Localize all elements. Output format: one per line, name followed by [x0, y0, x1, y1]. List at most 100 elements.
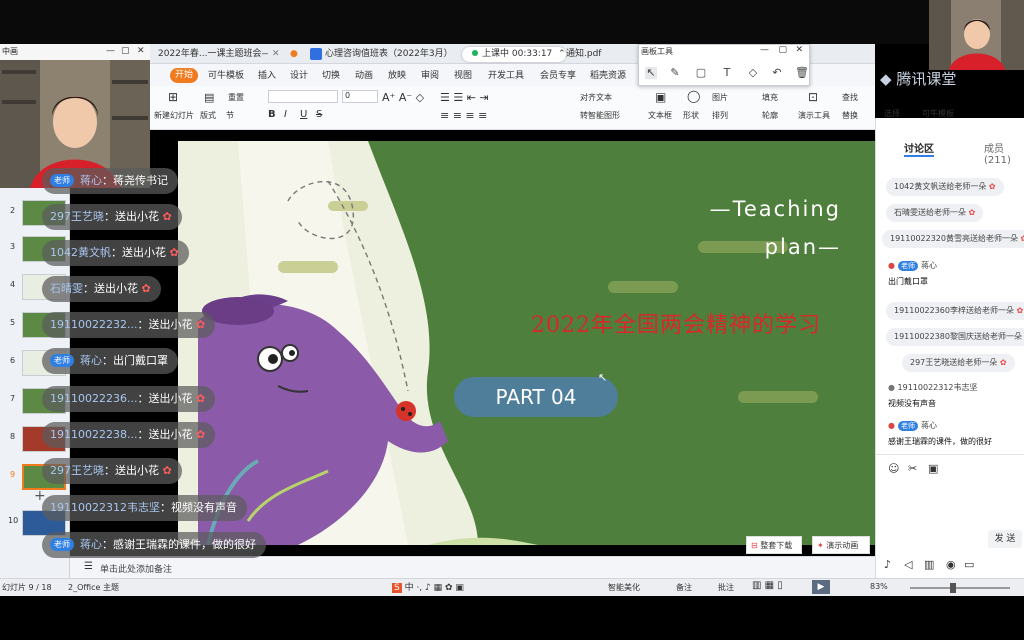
menu-start[interactable]: 开始 — [170, 68, 198, 83]
panel-divider — [876, 454, 1024, 455]
send-button[interactable]: 发 送 — [988, 530, 1022, 548]
gift-message: 297王艺晓送给老师一朵 ✿ — [902, 354, 1015, 372]
tab-close-icon[interactable]: ✕ — [272, 46, 286, 62]
play-button[interactable]: ▶ — [812, 580, 830, 594]
drawing-tools-title: 画板工具 — [641, 47, 673, 56]
flower-icon: ✿ — [162, 464, 172, 477]
maximize-icon[interactable]: ▢ — [121, 46, 130, 56]
mic-icon[interactable]: ♪ — [884, 558, 891, 571]
download-set-button[interactable]: ⊟ 整套下载 — [746, 536, 802, 554]
slide-position: 幻灯片 9 / 18 — [2, 583, 52, 592]
new-slide-icon[interactable]: ⊞ — [168, 90, 178, 104]
replace-button[interactable]: 替换 — [842, 110, 858, 121]
menu-koniu[interactable]: 可牛模板 — [208, 68, 244, 81]
ribbon-toolbar: ⊞ 新建幻灯片 ▤ 版式 重置 节 0 B I U S A⁺ A⁻ ◇ ☰ ☰ … — [150, 86, 875, 130]
select-button[interactable]: 选择 — [884, 108, 900, 119]
flower-icon: ✿ — [195, 318, 206, 331]
align-icons[interactable]: ≡ ≡ ≡ ≡ — [440, 109, 487, 122]
menu-animation[interactable]: 动画 — [355, 68, 373, 81]
tab-members[interactable]: 成员(211) — [984, 140, 1024, 166]
textbox-icon[interactable]: ▣ — [655, 90, 666, 104]
view-buttons[interactable]: ▥ ▦ ▯ — [752, 580, 783, 591]
slide-number: 4 — [10, 280, 16, 289]
camera-icon[interactable]: ▭ — [964, 558, 974, 571]
beautify-button[interactable]: 智能美化 — [608, 582, 640, 593]
underline-button[interactable]: U — [300, 109, 307, 120]
eraser-icon[interactable]: ◇ — [747, 67, 759, 79]
menu-review[interactable]: 审阅 — [421, 68, 439, 81]
menu-design[interactable]: 设计 — [290, 68, 308, 81]
reset-button[interactable]: 重置 — [228, 92, 244, 103]
font-grow-icon[interactable]: A⁺ A⁻ ◇ — [382, 91, 424, 104]
message-input[interactable] — [882, 480, 1020, 526]
section-button[interactable]: 节 — [226, 110, 234, 121]
notes-toggle[interactable]: 备注 — [676, 582, 692, 593]
presenter-icon[interactable]: ⊡ — [808, 90, 818, 104]
arrange-button[interactable]: 排列 — [712, 110, 728, 121]
textbox-button[interactable]: 文本框 — [648, 110, 672, 121]
cursor-icon[interactable]: ↖ — [645, 67, 657, 79]
download-set-label: 整套下载 — [760, 541, 793, 550]
comments-toggle[interactable]: 批注 — [718, 582, 734, 593]
slide-canvas[interactable]: —Teaching plan— 2022年全国两会精神的学习 PART 04 ↖ — [178, 141, 875, 545]
tab-class-meeting[interactable]: 2022年春...一课主题班会— — [158, 46, 268, 62]
ime-toolbar[interactable]: S 中 ·, ♪ ▦ ✿ ▣ — [392, 580, 464, 593]
menu-view[interactable]: 视图 — [454, 68, 472, 81]
trash-icon[interactable]: 🗑 — [795, 67, 809, 79]
new-slide-button[interactable]: 新建幻灯片 — [154, 110, 194, 121]
menu-insert[interactable]: 插入 — [258, 68, 276, 81]
chevron-up-icon[interactable]: ⌃ — [558, 49, 566, 59]
live-status-pill[interactable]: 上课中 00:33:17 ⌃ — [462, 47, 566, 62]
emoji-icon[interactable]: ☺ — [888, 462, 899, 475]
menu-slideshow[interactable]: 放映 — [388, 68, 406, 81]
location-icon[interactable]: ◉ — [946, 558, 956, 571]
outline-button[interactable]: 轮廓 — [762, 110, 778, 121]
layout-button[interactable]: 版式 — [200, 110, 216, 121]
brand-logo: ◆ 腾讯课堂 — [880, 70, 957, 88]
rectangle-icon[interactable]: ▢ — [695, 67, 707, 79]
undo-icon[interactable]: ↶ — [771, 67, 783, 79]
menu-member[interactable]: 会员专享 — [540, 68, 576, 81]
minimize-icon[interactable]: — — [760, 45, 769, 55]
font-size-select[interactable]: 0 — [342, 90, 378, 103]
find-button[interactable]: 查找 — [842, 92, 858, 103]
tab-underline — [904, 155, 934, 157]
align-text-button[interactable]: 对齐文本 — [580, 92, 612, 103]
close-icon[interactable]: ✕ — [795, 45, 803, 55]
zoom-slider[interactable] — [910, 587, 1010, 589]
pen-icon[interactable]: ✎ — [669, 67, 681, 79]
close-icon[interactable]: ✕ — [137, 46, 145, 56]
fill-button[interactable]: 填充 — [762, 92, 778, 103]
list-icons[interactable]: ☰ ☰ ⇤ ⇥ — [440, 91, 489, 104]
menu-developer[interactable]: 开发工具 — [488, 68, 524, 81]
speaker-icon[interactable]: ◁ — [904, 558, 912, 571]
tab-discussion[interactable]: 讨论区 — [904, 140, 934, 155]
font-family-select[interactable] — [268, 90, 338, 103]
maximize-icon[interactable]: ▢ — [778, 45, 787, 55]
picture-button[interactable]: 图片 — [712, 92, 728, 103]
italic-button[interactable]: I — [284, 109, 287, 120]
menu-docer[interactable]: 稻壳资源 — [590, 68, 626, 81]
koniu-template-button[interactable]: 可牛模板 — [922, 108, 954, 119]
minimize-icon[interactable]: — — [106, 46, 115, 56]
zoom-slider-thumb[interactable] — [950, 583, 956, 593]
presenter-tools-button[interactable]: 演示工具 — [798, 110, 830, 121]
text-icon[interactable]: T — [721, 67, 733, 79]
shape-button[interactable]: 形状 — [683, 110, 699, 121]
shape-icon[interactable]: ◯ — [687, 89, 700, 103]
menu-transition[interactable]: 切换 — [322, 68, 340, 81]
flower-icon: ✿ — [169, 246, 179, 259]
tab-counsel-schedule[interactable]: 心理咨询值班表（2022年3月） — [325, 46, 465, 62]
bold-button[interactable]: B — [268, 109, 276, 120]
chat-bubble: 19110022312韦志坚：视频没有声音 — [42, 495, 247, 521]
notes-area[interactable]: ☰ 单击此处添加备注 — [70, 556, 875, 578]
layout-icon[interactable]: ▤ — [204, 91, 214, 104]
strike-button[interactable]: S — [316, 109, 322, 120]
image-icon[interactable]: ▣ — [928, 462, 938, 475]
animate-button[interactable]: ✦ 演示动画 — [812, 536, 870, 554]
smartart-button[interactable]: 转智能图形 — [580, 110, 620, 121]
live-dot-icon — [472, 50, 478, 56]
volume-icon[interactable]: ▥ — [924, 558, 934, 571]
tab-notice-pdf[interactable]: 通知.pdf — [566, 46, 626, 62]
scissors-icon[interactable]: ✂ — [908, 462, 917, 475]
